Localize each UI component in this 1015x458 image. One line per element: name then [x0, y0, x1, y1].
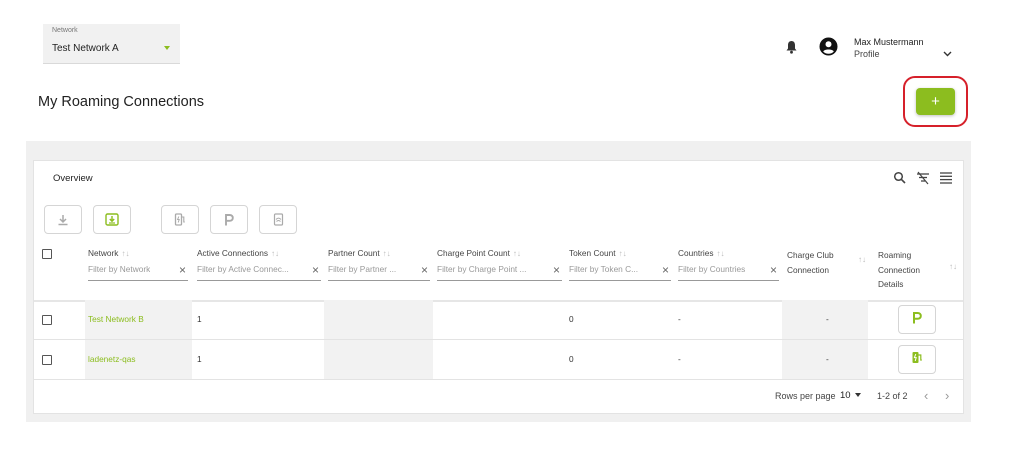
- row-checkbox[interactable]: [42, 315, 52, 325]
- column-title-line: Connection: [787, 264, 829, 275]
- column-charge-point-count: Charge Point Count ↑↓ Filter by Charge Po…: [437, 245, 562, 300]
- column-title-line: Connection: [878, 264, 920, 275]
- charging-station-icon: [174, 213, 186, 226]
- sort-icon[interactable]: ↑↓: [271, 249, 279, 258]
- sort-icon[interactable]: ↑↓: [949, 262, 957, 271]
- import-icon: [105, 213, 119, 226]
- rfid-tokens-button[interactable]: [259, 205, 297, 234]
- sort-icon[interactable]: ↑↓: [383, 249, 391, 258]
- clear-icon[interactable]: ×: [553, 264, 560, 277]
- filter-countries-input[interactable]: Filter by Countries ×: [678, 264, 779, 281]
- clear-icon[interactable]: ×: [662, 264, 669, 277]
- user-profile-link[interactable]: Profile: [854, 49, 880, 59]
- chevron-down-icon[interactable]: [943, 44, 952, 57]
- dropdown-caret-icon: [164, 46, 170, 50]
- notification-bell-icon[interactable]: [785, 40, 798, 54]
- filter-network-input[interactable]: Filter by Network ×: [88, 264, 188, 281]
- table-row: Test Network B 1 0 - -: [34, 300, 963, 340]
- sort-icon[interactable]: ↑↓: [513, 249, 521, 258]
- column-charge-club-connection: Charge Club Connection ↑↓: [787, 245, 867, 300]
- column-title: Active Connections: [197, 248, 269, 258]
- active-connections-cell: 1: [197, 314, 202, 324]
- download-icon: [57, 214, 69, 226]
- column-title-line: Details: [878, 279, 904, 289]
- rows-per-page-select[interactable]: 10: [840, 390, 861, 401]
- network-select-label: Network: [52, 27, 78, 34]
- search-icon[interactable]: [893, 171, 907, 185]
- charge-club-cell: -: [826, 354, 829, 364]
- clear-icon[interactable]: ×: [312, 264, 319, 277]
- column-network: Network ↑↓ Filter by Network ×: [88, 245, 188, 300]
- active-connections-cell: 1: [197, 354, 202, 364]
- roaming-details-button[interactable]: [898, 305, 936, 334]
- filter-charge-point-count-input[interactable]: Filter by Charge Point ... ×: [437, 264, 562, 281]
- roaming-details-button[interactable]: [898, 345, 936, 374]
- rows-per-page-label: Rows per page: [775, 391, 836, 401]
- sort-icon[interactable]: ↑↓: [619, 249, 627, 258]
- column-token-count: Token Count ↑↓ Filter by Token C... ×: [569, 245, 671, 300]
- column-partner-count: Partner Count ↑↓ Filter by Partner ... ×: [328, 245, 430, 300]
- column-title: Countries: [678, 248, 714, 258]
- network-select-value: Test Network A: [52, 43, 119, 54]
- column-active-connections: Active Connections ↑↓ Filter by Active Co…: [197, 245, 321, 300]
- charging-station-icon: [911, 351, 923, 369]
- clear-icon[interactable]: ×: [421, 264, 428, 277]
- token-count-cell: 0: [569, 354, 574, 364]
- columns-menu-icon[interactable]: [939, 171, 953, 185]
- pagination-range: 1-2 of 2: [877, 391, 908, 401]
- column-countries: Countries ↑↓ Filter by Countries ×: [678, 245, 779, 300]
- column-roaming-connection-details: Roaming Connection Details ↑↓: [878, 245, 962, 300]
- sort-icon[interactable]: ↑↓: [121, 249, 129, 258]
- column-title: Partner Count: [328, 248, 380, 258]
- filter-token-count-input[interactable]: Filter by Token C... ×: [569, 264, 671, 281]
- caret-down-icon: [854, 393, 861, 398]
- rows-per-page-value: 10: [840, 390, 851, 401]
- clear-icon[interactable]: ×: [770, 264, 777, 277]
- network-link[interactable]: Test Network B: [88, 314, 144, 324]
- rfid-card-icon: [273, 213, 284, 226]
- connections-table-card: Overview Network ↑↓ Filter by Network × …: [33, 160, 964, 414]
- download-button[interactable]: [44, 205, 82, 234]
- user-name: Max Mustermann: [854, 37, 924, 47]
- previous-page-icon[interactable]: ‹: [924, 388, 928, 403]
- countries-cell: -: [678, 354, 681, 364]
- column-title-line: Roaming: [878, 250, 912, 260]
- row-checkbox[interactable]: [42, 355, 52, 365]
- select-all-checkbox[interactable]: [42, 249, 52, 259]
- add-connection-button[interactable]: +: [916, 88, 955, 115]
- network-select[interactable]: Network Test Network A: [43, 24, 180, 64]
- countries-cell: -: [678, 314, 681, 324]
- import-button[interactable]: [93, 205, 131, 234]
- next-page-icon[interactable]: ›: [945, 388, 949, 403]
- parking-icon: [912, 311, 922, 329]
- table-row: ladenetz-qas 1 0 - -: [34, 340, 963, 380]
- charge-club-cell: -: [826, 314, 829, 324]
- parking-button[interactable]: [210, 205, 248, 234]
- clear-icon[interactable]: ×: [179, 264, 186, 277]
- column-title-line: Charge Club: [787, 250, 834, 260]
- table-toolbar: [893, 171, 953, 185]
- charge-points-button[interactable]: [161, 205, 199, 234]
- filter-partner-count-input[interactable]: Filter by Partner ... ×: [328, 264, 430, 281]
- overview-title: Overview: [53, 173, 93, 184]
- clear-filter-icon[interactable]: [916, 171, 930, 185]
- page-title: My Roaming Connections: [38, 94, 205, 110]
- column-title: Network: [88, 248, 119, 258]
- network-link[interactable]: ladenetz-qas: [88, 354, 136, 364]
- filter-active-connections-input[interactable]: Filter by Active Connec... ×: [197, 264, 321, 281]
- sort-icon[interactable]: ↑↓: [717, 249, 725, 258]
- user-avatar-icon[interactable]: [819, 37, 838, 56]
- column-title: Token Count: [569, 248, 616, 258]
- column-title: Charge Point Count: [437, 248, 510, 258]
- parking-icon: [224, 213, 234, 226]
- token-count-cell: 0: [569, 314, 574, 324]
- sort-icon[interactable]: ↑↓: [858, 255, 866, 264]
- page: Network Test Network A Max Mustermann Pr…: [0, 0, 1015, 458]
